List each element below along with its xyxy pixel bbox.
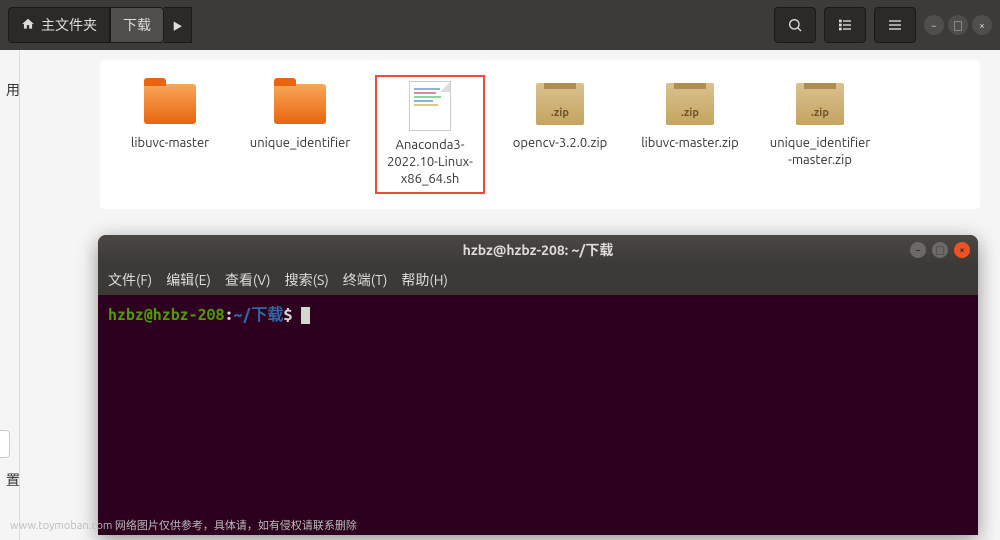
file-label: libuvc-master.zip xyxy=(641,135,739,152)
file-label: unique_identifier-master.zip xyxy=(769,135,871,169)
zip-icon: .zip xyxy=(660,79,720,129)
watermark-text: www.toymoban.com 网络图片仅供参考，具体请，如有侵权请联系删除 xyxy=(10,517,357,533)
home-icon xyxy=(21,17,35,34)
breadcrumb-current-label: 下载 xyxy=(123,15,151,35)
terminal-body[interactable]: hzbz@hzbz-208:~/下载$ xyxy=(98,295,978,331)
terminal-minimize-button[interactable]: − xyxy=(910,242,926,258)
prompt-symbol: $ xyxy=(283,306,292,324)
menu-help[interactable]: 帮助(H) xyxy=(401,270,448,290)
file-item-folder[interactable]: libuvc-master xyxy=(115,75,225,194)
file-label: unique_identifier xyxy=(250,135,350,152)
breadcrumb-home[interactable]: 主文件夹 xyxy=(8,7,110,43)
terminal-titlebar[interactable]: hzbz@hzbz-208: ~/下载 − □ × xyxy=(98,235,978,265)
window-controls: − □ × xyxy=(924,15,992,35)
breadcrumb-current[interactable]: 下载 xyxy=(110,7,164,43)
sidebar-text-1: 用 xyxy=(6,80,20,100)
zip-icon: .zip xyxy=(530,79,590,129)
terminal-window: hzbz@hzbz-208: ~/下载 − □ × 文件(F) 编辑(E) 查看… xyxy=(98,235,978,535)
close-button[interactable]: × xyxy=(972,15,992,35)
file-label: opencv-3.2.0.zip xyxy=(513,135,607,152)
view-mode-button[interactable] xyxy=(824,7,866,43)
text-file-icon xyxy=(400,81,460,131)
breadcrumb-forward[interactable]: ▶ xyxy=(164,7,192,43)
menu-search[interactable]: 搜索(S) xyxy=(285,270,329,290)
breadcrumb-home-label: 主文件夹 xyxy=(41,15,97,35)
file-item-folder[interactable]: unique_identifier xyxy=(245,75,355,194)
prompt-user-host: hzbz@hzbz-208 xyxy=(108,306,224,324)
terminal-maximize-button[interactable]: □ xyxy=(932,242,948,258)
file-item-zip[interactable]: .zip opencv-3.2.0.zip xyxy=(505,75,615,194)
minimize-button[interactable]: − xyxy=(924,15,944,35)
file-item-script[interactable]: Anaconda3-2022.10-Linux-x86_64.sh xyxy=(375,75,485,194)
folder-icon xyxy=(270,79,330,129)
file-grid: libuvc-master unique_identifier Anaconda… xyxy=(100,60,980,209)
menu-file[interactable]: 文件(F) xyxy=(108,270,152,290)
menu-edit[interactable]: 编辑(E) xyxy=(166,270,211,290)
file-label: Anaconda3-2022.10-Linux-x86_64.sh xyxy=(381,137,479,188)
breadcrumb: 主文件夹 下载 ▶ xyxy=(8,0,192,50)
terminal-window-controls: − □ × xyxy=(910,242,970,258)
sidebar-text-2: 置 xyxy=(6,470,20,490)
menu-button[interactable] xyxy=(874,7,916,43)
toolbar-right: − □ × xyxy=(774,7,992,43)
terminal-close-button[interactable]: × xyxy=(954,242,970,258)
maximize-button[interactable]: □ xyxy=(948,15,968,35)
menu-view[interactable]: 查看(V) xyxy=(225,270,271,290)
zip-icon: .zip xyxy=(790,79,850,129)
file-manager-toolbar: 主文件夹 下载 ▶ − □ × xyxy=(0,0,1000,50)
sidebar-fragment: 用 置 xyxy=(0,50,20,540)
menu-terminal[interactable]: 终端(T) xyxy=(343,270,388,290)
terminal-menubar: 文件(F) 编辑(E) 查看(V) 搜索(S) 终端(T) 帮助(H) xyxy=(98,265,978,295)
file-item-zip[interactable]: .zip libuvc-master.zip xyxy=(635,75,745,194)
folder-icon xyxy=(140,79,200,129)
terminal-cursor xyxy=(301,307,310,324)
file-label: libuvc-master xyxy=(131,135,209,152)
search-button[interactable] xyxy=(774,7,816,43)
eject-button[interactable] xyxy=(0,430,10,458)
terminal-title: hzbz@hzbz-208: ~/下载 xyxy=(463,240,614,260)
file-item-zip[interactable]: .zip unique_identifier-master.zip xyxy=(765,75,875,194)
prompt-path: ~/下载 xyxy=(233,306,283,324)
